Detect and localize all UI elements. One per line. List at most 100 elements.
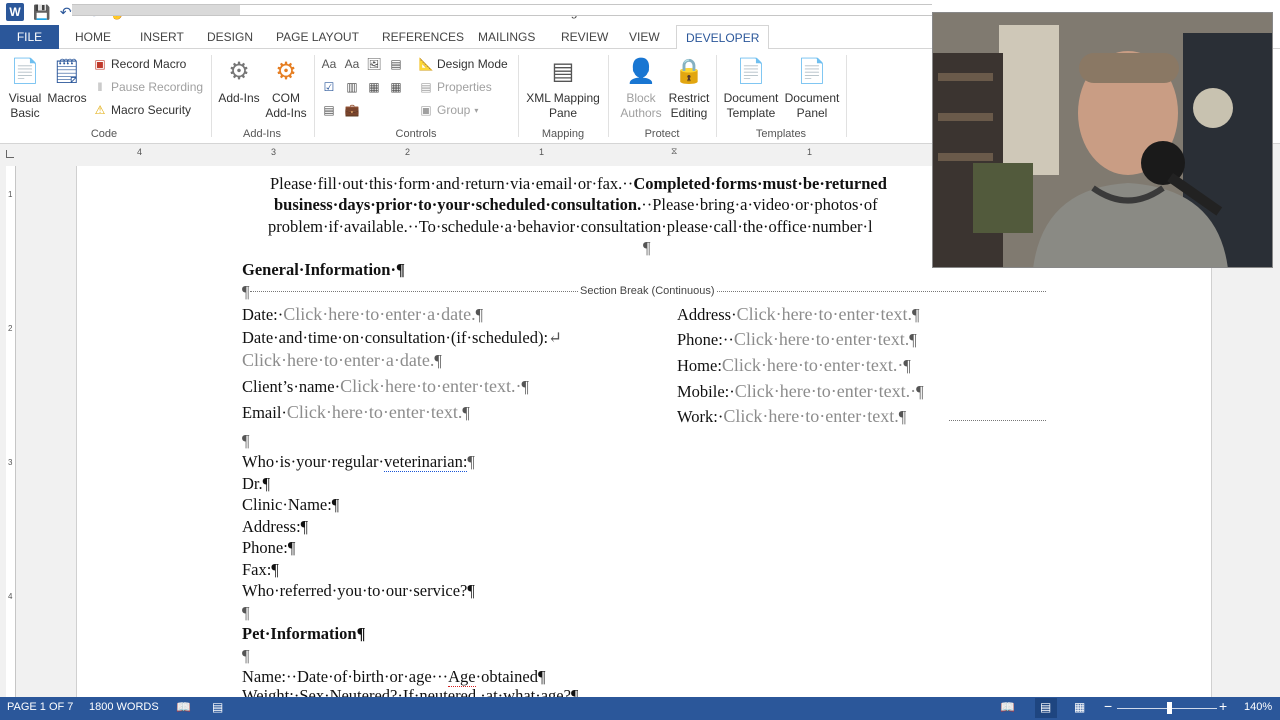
date-content-control[interactable]: Click·here·to·enter·a·date. [283, 304, 475, 324]
group-button[interactable]: ▣ Group ▾ [419, 101, 478, 119]
mobile-control[interactable]: Click·here·to·enter·text.· [735, 381, 916, 401]
work-label: Work:· [677, 407, 724, 426]
home-row: Home:Click·here·to·enter·text.·¶ [677, 355, 911, 376]
pause-recording-button[interactable]: ‖ Pause Recording [93, 78, 204, 96]
date-label: Date:· [242, 305, 284, 324]
date-field-row: Date:·Click·here·to·enter·a·date.¶ [242, 304, 483, 325]
record-macro-icon: ▣ [94, 57, 106, 71]
tab-review[interactable]: REVIEW [561, 25, 608, 49]
vet-question: Who·is·your·regular·veterinarian:¶ [242, 452, 475, 472]
repeating-section-icon[interactable]: ▤ [321, 102, 337, 118]
pilcrow: ¶ [242, 282, 250, 301]
macro-security-button[interactable]: ⚠ Macro Security [93, 101, 191, 119]
restrict-editing-button[interactable]: 🔒 Restrict Editing [664, 55, 714, 121]
xml-mapping-button[interactable]: ▤ XML Mapping Pane [522, 55, 604, 121]
vet-address-line: Address:¶ [242, 517, 309, 536]
com-addins-label: COM Add-Ins [265, 91, 307, 120]
referred-line: Who·referred·you·to·our·service?¶ [242, 581, 475, 600]
address-row: Address·Click·here·to·enter·text.¶ [677, 304, 919, 325]
protect-group-label: Protect [644, 128, 680, 140]
email-control[interactable]: Click·here·to·enter·text. [287, 402, 462, 422]
work-control[interactable]: Click·here·to·enter·text. [723, 406, 898, 426]
home-control[interactable]: Click·here·to·enter·text.· [722, 355, 903, 375]
block-authors-button[interactable]: 👤 Block Authors [612, 55, 670, 121]
section-break-label: Section Break (Continuous) [578, 285, 717, 297]
page-count[interactable]: PAGE 1 OF 7 [7, 701, 73, 713]
tab-page-layout[interactable]: PAGE LAYOUT [276, 25, 359, 49]
lock-document-icon: 🔒 [674, 57, 704, 85]
checkbox-control-icon[interactable]: ☑ [321, 79, 337, 95]
date-picker-control-icon[interactable]: ▦ [388, 79, 404, 95]
web-layout-icon[interactable]: ▦ [1074, 700, 1085, 714]
pilcrow: ¶ [242, 431, 250, 450]
pilcrow: ¶ [242, 646, 250, 665]
proofing-icon[interactable]: 📖 [176, 700, 191, 714]
clinic-name-line: Clinic·Name:¶ [242, 495, 340, 514]
tab-references[interactable]: REFERENCES [382, 25, 464, 49]
restrict-editing-label: Restrict Editing [668, 91, 710, 120]
pilcrow: ¶ [434, 351, 442, 370]
group-separator [211, 55, 212, 137]
group-icon: ▣ [420, 103, 432, 117]
tab-design[interactable]: DESIGN [207, 25, 253, 49]
pet-name-text: Name:··Date·of·birth·or·age··· [242, 667, 449, 686]
macro-security-label: Macro Security [111, 103, 192, 117]
com-addins-icon: ⚙ [275, 57, 297, 85]
macro-recording-icon[interactable]: ▤ [212, 700, 223, 714]
pilcrow: ¶ [912, 305, 920, 324]
pet-name-line: Name:··Date·of·birth·or·age···Age·obtain… [242, 667, 545, 687]
properties-button[interactable]: ▤ Properties [419, 78, 492, 96]
tab-selector-icon[interactable] [6, 150, 14, 158]
rich-text-control-icon[interactable]: Aa [321, 56, 337, 72]
intro-text: Please·fill·out·this·form·and·return·via… [270, 174, 634, 193]
email-row: Email·Click·here·to·enter·text.¶ [242, 402, 470, 423]
horizontal-ruler[interactable] [72, 4, 932, 16]
vertical-ruler[interactable] [6, 166, 16, 697]
visual-basic-icon: 📄 [10, 57, 40, 85]
zoom-in-icon[interactable]: + [1219, 698, 1227, 714]
legacy-tools-icon[interactable]: 💼 [344, 102, 360, 118]
mobile-row: Mobile:·Click·here·to·enter·text.·¶ [677, 381, 924, 402]
document-panel-button[interactable]: 📄 Document Panel [782, 55, 842, 121]
read-mode-icon[interactable]: 📖 [1000, 700, 1015, 714]
group-separator [314, 55, 315, 137]
document-template-button[interactable]: 📄 Document Template [720, 55, 782, 121]
tab-view[interactable]: VIEW [629, 25, 660, 49]
code-group-label: Code [90, 128, 118, 140]
design-mode-button[interactable]: 📐 Design Mode [419, 55, 508, 73]
visual-basic-button[interactable]: 📄 Visual Basic [4, 55, 46, 121]
pause-recording-label: Pause Recording [111, 80, 204, 94]
building-block-control-icon[interactable]: ▤ [388, 56, 404, 72]
vet-phone-line: Phone:¶ [242, 538, 296, 557]
consultation-date-control[interactable]: Click·here·to·enter·a·date. [242, 350, 434, 370]
zoom-slider-thumb[interactable] [1166, 702, 1172, 714]
zoom-out-icon[interactable]: − [1104, 698, 1112, 714]
tab-home[interactable]: HOME [75, 25, 111, 49]
print-layout-icon: ▤ [1040, 700, 1052, 714]
tab-insert[interactable]: INSERT [140, 25, 184, 49]
intro-bold-text: Completed·forms·must·be·returned [633, 174, 887, 193]
indent-marker-icon[interactable]: ⧖ [671, 146, 677, 157]
mobile-label: Mobile:· [677, 382, 735, 401]
address-control[interactable]: Click·here·to·enter·text. [737, 304, 912, 324]
addins-button[interactable]: ⚙ Add-Ins [214, 55, 264, 106]
tab-file[interactable]: FILE [0, 25, 59, 49]
ruler-mark: 2 [405, 147, 411, 157]
dropdown-control-icon[interactable]: ▦ [366, 79, 382, 95]
properties-label: Properties [437, 80, 492, 94]
tab-mailings[interactable]: MAILINGS [478, 25, 535, 49]
picture-control-icon[interactable]: 🖼 [366, 56, 382, 72]
tab-developer[interactable]: DEVELOPER [676, 25, 770, 50]
pilcrow: ¶ [242, 603, 250, 622]
plain-text-control-icon[interactable]: Aa [344, 56, 360, 72]
word-count[interactable]: 1800 WORDS [89, 701, 159, 713]
com-addins-button[interactable]: ⚙ COM Add-Ins [262, 55, 310, 121]
record-macro-button[interactable]: ▣ Record Macro [93, 55, 186, 73]
macros-button[interactable]: 🗒 Macros [46, 55, 88, 106]
phone-control[interactable]: Click·here·to·enter·text. [734, 329, 909, 349]
client-name-control[interactable]: Click·here·to·enter·text.· [340, 376, 521, 396]
combo-box-control-icon[interactable]: ▥ [344, 79, 360, 95]
zoom-level[interactable]: 140% [1244, 701, 1272, 713]
ruler-mark: 3 [271, 147, 277, 157]
client-name-row: Client’s·name·Click·here·to·enter·text.·… [242, 376, 529, 397]
